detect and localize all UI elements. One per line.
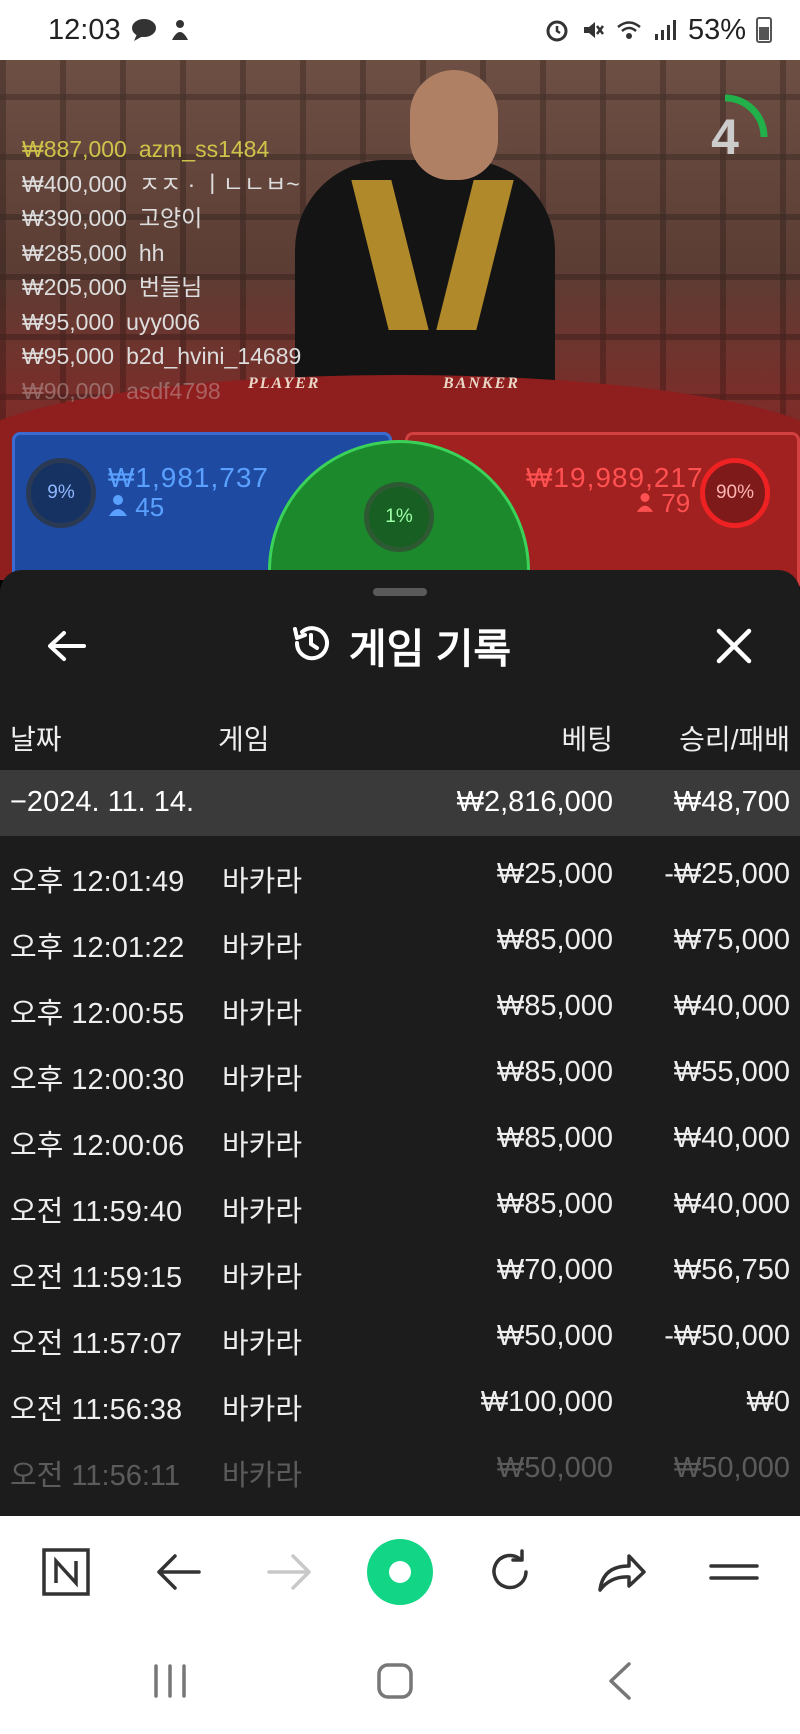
- notification-icon: [167, 17, 193, 43]
- countdown-timer: 4: [680, 92, 770, 182]
- column-date: 날짜: [10, 724, 62, 755]
- browser-home-button[interactable]: [367, 1539, 433, 1605]
- arrow-right-icon: [267, 1554, 311, 1590]
- bet-row: ₩285,000 hh: [22, 239, 165, 266]
- bet-row: ₩95,000 b2d_hvini_14689: [22, 343, 302, 369]
- menu-icon: [709, 1564, 759, 1580]
- recent-apps-button[interactable]: [140, 1656, 200, 1706]
- tie-percent: 1%: [364, 482, 434, 552]
- home-button[interactable]: [365, 1656, 425, 1706]
- chat-bubble-icon: [131, 17, 157, 43]
- bet-row: ₩95,000 uyy006: [22, 308, 201, 335]
- home-icon: [377, 1663, 413, 1699]
- system-nav-bar: [0, 1628, 800, 1734]
- close-button[interactable]: [704, 618, 764, 674]
- naver-n-button[interactable]: [36, 1542, 96, 1602]
- alarm-icon: [544, 17, 570, 43]
- table-row[interactable]: 오후 12:01:49 바카라 ₩25,000 -₩25,000: [0, 842, 800, 908]
- table-row[interactable]: 오전 11:59:15 바카라 ₩70,000 ₩56,750: [0, 1238, 800, 1304]
- person-icon: [109, 495, 127, 516]
- table-row[interactable]: 오전 11:57:07 바카라 ₩50,000 -₩50,000: [0, 1304, 800, 1370]
- table-row[interactable]: 오후 12:00:30 바카라 ₩85,000 ₩55,000: [0, 1040, 800, 1106]
- table-banker-label: BANKER: [443, 375, 520, 392]
- column-result: 승리/패배: [679, 724, 790, 755]
- column-game: 게임: [218, 724, 270, 755]
- sheet-header: 게임 기록: [0, 610, 800, 680]
- naver-n-icon: [42, 1548, 90, 1596]
- chevron-left-icon: [609, 1662, 631, 1700]
- sheet-drag-handle[interactable]: [373, 588, 427, 596]
- table-row[interactable]: 오전 11:56:38 바카라 ₩100,000 ₩0: [0, 1370, 800, 1436]
- history-list[interactable]: 오후 12:01:49 바카라 ₩25,000 -₩25,000 오후 12:01:2…: [0, 842, 800, 1502]
- page-title: 게임 기록: [348, 626, 512, 672]
- share-icon: [598, 1554, 646, 1592]
- person-icon: [636, 493, 654, 512]
- countdown-number: 4: [711, 109, 739, 165]
- signal-icon: [652, 17, 678, 43]
- bet-row: ₩400,000 ㅈㅈ · ㅣㄴㄴㅂ~: [22, 170, 300, 197]
- bet-row: ₩390,000 고양이: [22, 205, 203, 231]
- summary-bet: ₩2,816,000: [456, 786, 613, 818]
- menu-button[interactable]: [704, 1542, 764, 1602]
- date-summary-row[interactable]: −2024. 11. 14. ₩2,816,000 ₩48,700: [0, 770, 800, 836]
- dealer-head: [410, 70, 498, 180]
- summary-date: −2024. 11. 14.: [10, 786, 195, 818]
- nav-back-button[interactable]: [590, 1656, 650, 1706]
- browser-forward-button[interactable]: [260, 1542, 320, 1602]
- history-icon: [289, 621, 333, 670]
- mute-icon: [580, 17, 606, 43]
- live-bets-feed: ₩887,000 azm_ss1484 ₩400,000 ㅈㅈ · ㅣㄴㄴㅂ~ ₩3…: [22, 132, 301, 408]
- table-row[interactable]: 오후 12:01:22 바카라 ₩85,000 ₩75,000: [0, 908, 800, 974]
- browser-toolbar: [0, 1516, 800, 1628]
- browser-back-button[interactable]: [148, 1542, 208, 1602]
- player-percent: 9%: [26, 458, 96, 528]
- refresh-icon: [492, 1549, 528, 1590]
- status-bar: 12:03 53%: [0, 0, 800, 60]
- table-row[interactable]: 오후 12:00:55 바카라 ₩85,000 ₩40,000: [0, 974, 800, 1040]
- summary-result: ₩48,700: [673, 786, 790, 818]
- game-history-sheet: 게임 기록 날짜 게임 베팅 승리/패배 −2024. 11. 14. ₩2,8…: [0, 570, 800, 1516]
- close-icon: [716, 628, 752, 664]
- table-header: 날짜 게임 베팅 승리/패배: [0, 718, 800, 755]
- arrow-left-icon: [157, 1554, 201, 1590]
- table-row[interactable]: 오전 11:59:40 바카라 ₩85,000 ₩40,000: [0, 1172, 800, 1238]
- player-total-amount: ₩1,981,737: [108, 462, 269, 493]
- column-bet: 베팅: [561, 724, 613, 755]
- bet-row: ₩90,000 asdf4798: [22, 377, 221, 404]
- recent-apps-icon: [154, 1664, 186, 1698]
- wifi-icon: [616, 17, 642, 43]
- table-row[interactable]: 오전 11:56:11 바카라 ₩50,000 ₩50,000: [0, 1436, 800, 1502]
- banker-percent: 90%: [700, 458, 770, 528]
- share-button[interactable]: [592, 1542, 652, 1602]
- battery-icon: [756, 17, 772, 43]
- player-bettor-count: 45: [108, 492, 164, 523]
- bet-row: ₩887,000 azm_ss1484: [22, 136, 270, 162]
- banker-bettor-count: 79: [636, 488, 690, 519]
- battery-level: 53%: [687, 13, 746, 46]
- dealer-figure: [295, 160, 555, 400]
- table-row[interactable]: 오후 12:00:06 바카라 ₩85,000 ₩40,000: [0, 1106, 800, 1172]
- refresh-button[interactable]: [480, 1542, 540, 1602]
- clock: 12:03: [48, 13, 121, 46]
- bet-row: ₩205,000 번들님: [22, 274, 203, 300]
